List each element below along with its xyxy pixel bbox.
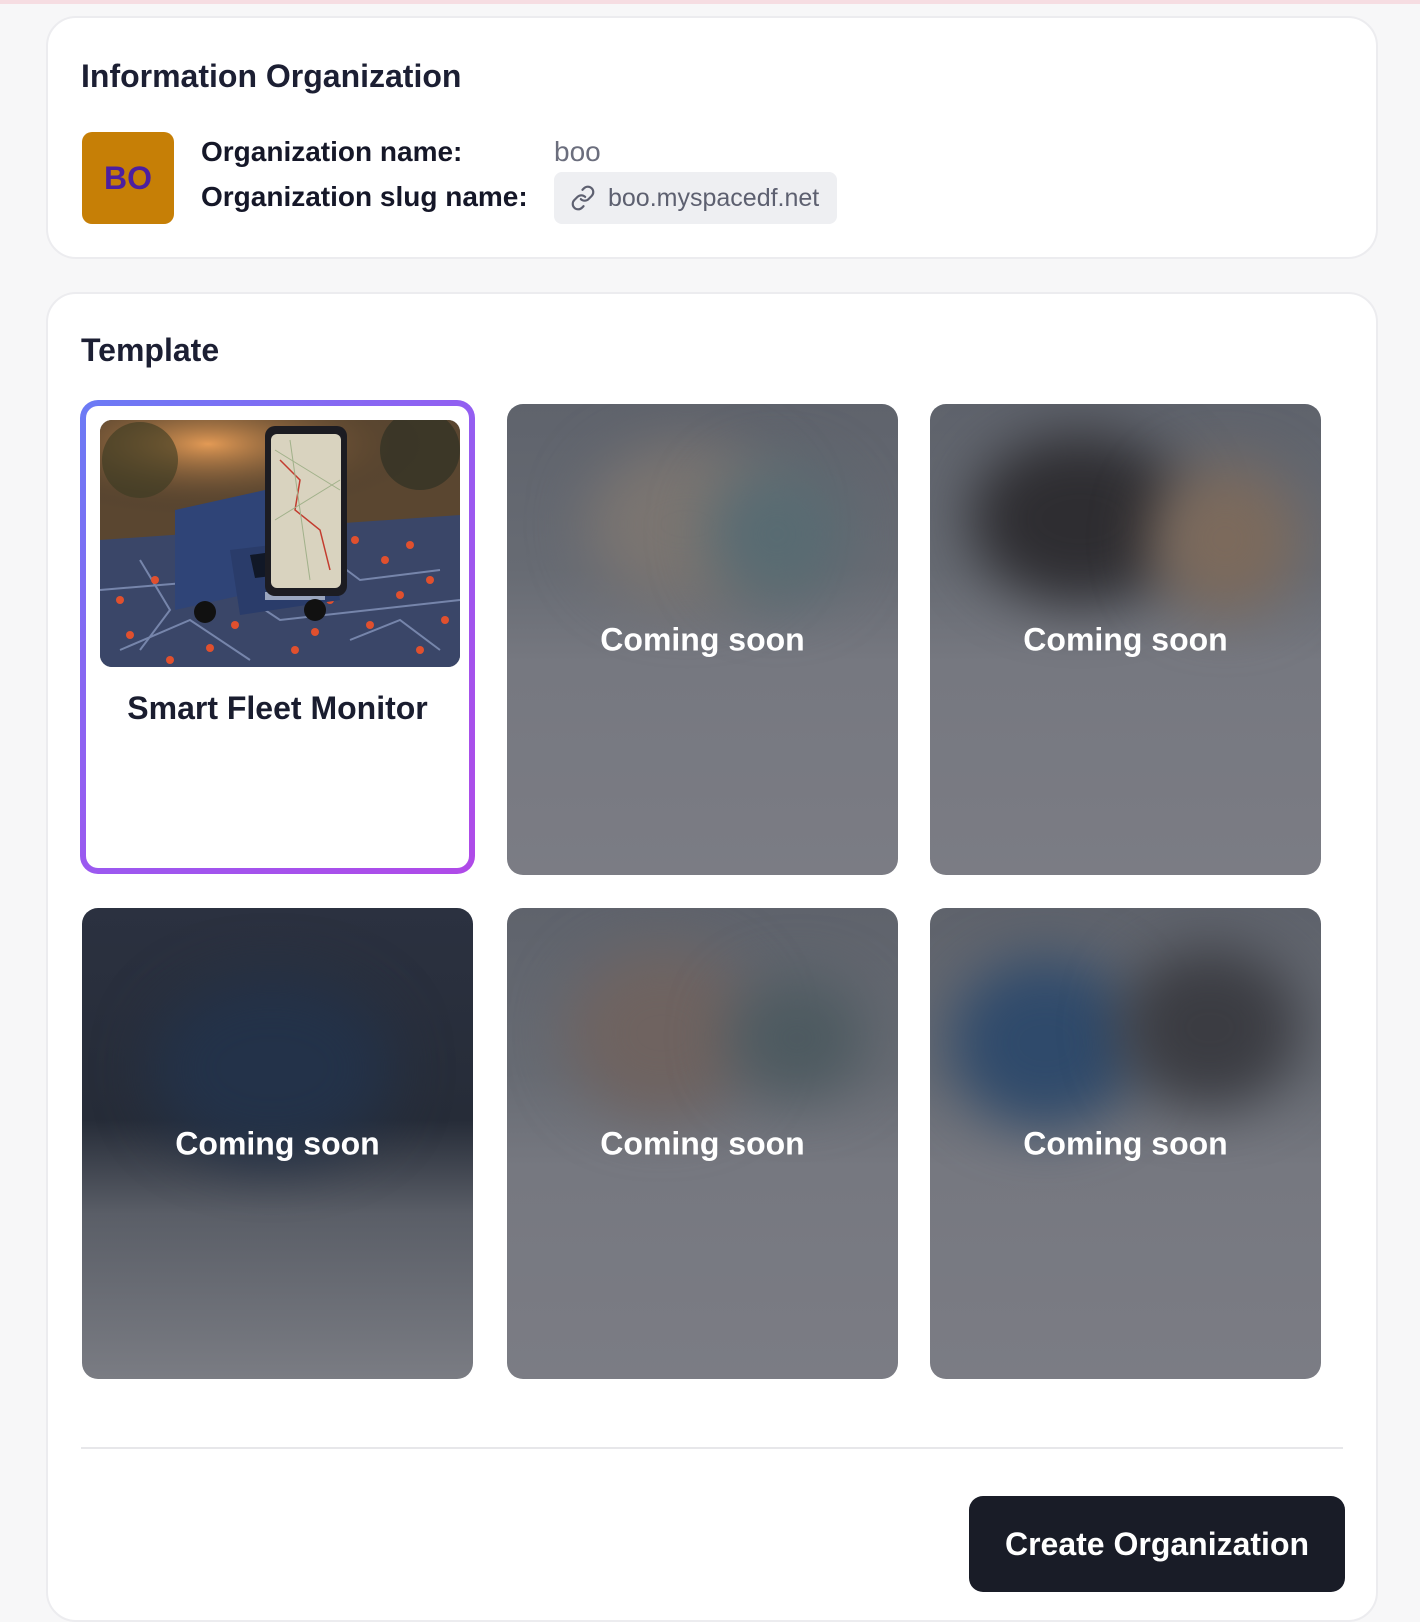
smart-fleet-monitor-image xyxy=(100,420,460,667)
template-tile-title: Smart Fleet Monitor xyxy=(127,690,428,726)
template-title: Template xyxy=(81,332,220,368)
information-organization-title: Information Organization xyxy=(81,58,462,94)
template-card: Template Smart Fleet Monitor Coming soon… xyxy=(46,292,1378,1622)
coming-soon-label: Coming soon xyxy=(600,621,805,657)
template-tile-coming-soon-5[interactable]: Coming soon xyxy=(930,908,1321,1379)
coming-soon-label: Coming soon xyxy=(1023,621,1228,657)
coming-soon-label: Coming soon xyxy=(600,1125,805,1161)
organization-slug-value: boo.myspacedf.net xyxy=(608,183,820,212)
organization-name-label: Organization name: xyxy=(201,136,463,167)
create-organization-button[interactable]: Create Organization xyxy=(969,1496,1345,1592)
template-tile-coming-soon-3[interactable]: Coming soon xyxy=(82,908,473,1379)
organization-slug-label: Organization slug name: xyxy=(201,181,528,212)
organization-name-value: boo xyxy=(554,136,601,167)
link-icon xyxy=(570,185,596,211)
organization-avatar: BO xyxy=(82,132,174,224)
organization-slug-link[interactable]: boo.myspacedf.net xyxy=(554,172,838,224)
information-organization-card: Information Organization BO Organization… xyxy=(46,16,1378,259)
template-tile-smart-fleet-monitor[interactable]: Smart Fleet Monitor xyxy=(80,400,475,874)
coming-soon-label: Coming soon xyxy=(1023,1125,1228,1161)
top-accent-line xyxy=(0,0,1420,4)
coming-soon-label: Coming soon xyxy=(175,1125,380,1161)
template-tile-coming-soon-4[interactable]: Coming soon xyxy=(507,908,898,1379)
divider xyxy=(81,1447,1343,1449)
template-tile-coming-soon-2[interactable]: Coming soon xyxy=(930,404,1321,875)
template-tile-coming-soon-1[interactable]: Coming soon xyxy=(507,404,898,875)
